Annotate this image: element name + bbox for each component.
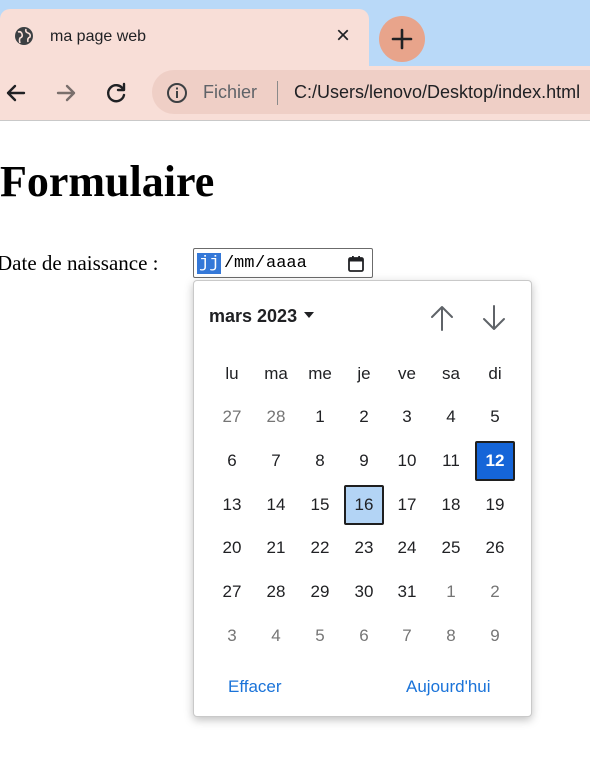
new-tab-button[interactable] <box>379 16 425 62</box>
calendar-day[interactable]: 5 <box>475 397 515 437</box>
calendar-day[interactable]: 18 <box>431 485 471 525</box>
calendar-day[interactable]: 15 <box>300 485 340 525</box>
globe-icon <box>15 27 33 45</box>
birthdate-label: Date de naissance : <box>0 251 159 275</box>
calendar-day[interactable]: 11 <box>431 441 471 481</box>
plus-icon <box>391 28 413 50</box>
calendar-day[interactable]: 28 <box>256 397 296 437</box>
weekday-label: lu <box>225 364 239 383</box>
url-scheme-label: Fichier <box>203 82 258 102</box>
calendar-day[interactable]: 12 <box>475 441 515 481</box>
toolbar-divider <box>0 120 590 121</box>
calendar-day[interactable]: 3 <box>387 397 427 437</box>
forward-arrow-icon[interactable] <box>53 80 79 106</box>
info-icon[interactable] <box>166 82 188 104</box>
year-segment[interactable]: aaaa <box>266 253 307 274</box>
page-title: Formulaire <box>0 157 215 206</box>
weekday-label: me <box>308 364 332 383</box>
calendar-day[interactable]: 4 <box>256 616 296 656</box>
calendar-day[interactable]: 7 <box>256 441 296 481</box>
date-separator: / <box>255 254 266 273</box>
caret-down-icon <box>304 312 315 318</box>
calendar-day[interactable]: 9 <box>475 616 515 656</box>
calendar-day[interactable]: 8 <box>431 616 471 656</box>
calendar-day[interactable]: 20 <box>212 528 252 568</box>
url-text[interactable]: C:/Users/lenovo/Desktop/index.html <box>294 82 590 103</box>
next-month-arrow-icon[interactable] <box>480 303 508 333</box>
calendar-day[interactable]: 21 <box>256 528 296 568</box>
calendar-day[interactable]: 14 <box>256 485 296 525</box>
calendar-day[interactable]: 31 <box>387 572 427 612</box>
calendar-icon[interactable] <box>346 254 366 274</box>
month-segment[interactable]: mm <box>234 253 254 274</box>
calendar-day[interactable]: 16 <box>344 485 384 525</box>
calendar-day[interactable]: 8 <box>300 441 340 481</box>
calendar-day[interactable]: 30 <box>344 572 384 612</box>
calendar-day[interactable]: 24 <box>387 528 427 568</box>
clear-button[interactable]: Effacer <box>228 677 282 697</box>
calendar-day[interactable]: 22 <box>300 528 340 568</box>
weekday-label: di <box>488 364 502 383</box>
calendar-day[interactable]: 4 <box>431 397 471 437</box>
weekday-label: ve <box>398 364 416 383</box>
calendar-day[interactable]: 17 <box>387 485 427 525</box>
calendar-day[interactable]: 29 <box>300 572 340 612</box>
calendar-day[interactable]: 5 <box>300 616 340 656</box>
calendar-day[interactable]: 26 <box>475 528 515 568</box>
reload-icon[interactable] <box>103 80 129 106</box>
calendar-day[interactable]: 9 <box>344 441 384 481</box>
calendar-day[interactable]: 28 <box>256 572 296 612</box>
today-button[interactable]: Aujourd'hui <box>406 677 491 697</box>
calendar-day[interactable]: 27 <box>212 397 252 437</box>
day-segment[interactable]: jj <box>197 253 222 274</box>
calendar-day[interactable]: 1 <box>300 397 340 437</box>
weekday-label: ma <box>264 364 288 383</box>
month-year-label: mars 2023 <box>209 306 298 326</box>
month-year-selector[interactable]: mars 2023 <box>209 305 315 327</box>
tab-title: ma page web <box>50 28 147 45</box>
calendar-day[interactable]: 1 <box>431 572 471 612</box>
date-separator: / <box>224 254 235 273</box>
calendar-day[interactable]: 7 <box>387 616 427 656</box>
calendar-day[interactable]: 6 <box>344 616 384 656</box>
date-picker-popup: mars 2023 lu ma me je ve sa di 27 28 1 2 3 4 5 6 7 8 9 10… <box>193 280 532 717</box>
calendar-day[interactable]: 13 <box>212 485 252 525</box>
calendar-day[interactable]: 2 <box>475 572 515 612</box>
previous-month-arrow-icon[interactable] <box>428 303 456 333</box>
calendar-day[interactable]: 27 <box>212 572 252 612</box>
birthdate-input[interactable]: jj / mm / aaaa <box>193 248 373 278</box>
calendar-day[interactable]: 25 <box>431 528 471 568</box>
calendar-day[interactable]: 3 <box>212 616 252 656</box>
calendar-day[interactable]: 2 <box>344 397 384 437</box>
address-separator <box>277 81 278 105</box>
back-arrow-icon[interactable] <box>3 80 29 106</box>
weekday-label: je <box>357 364 371 383</box>
tab-close-icon[interactable]: × <box>333 24 353 48</box>
calendar-day[interactable]: 19 <box>475 485 515 525</box>
calendar-day[interactable]: 6 <box>212 441 252 481</box>
calendar-day[interactable]: 10 <box>387 441 427 481</box>
weekday-label: sa <box>442 364 460 383</box>
calendar-day[interactable]: 23 <box>344 528 384 568</box>
